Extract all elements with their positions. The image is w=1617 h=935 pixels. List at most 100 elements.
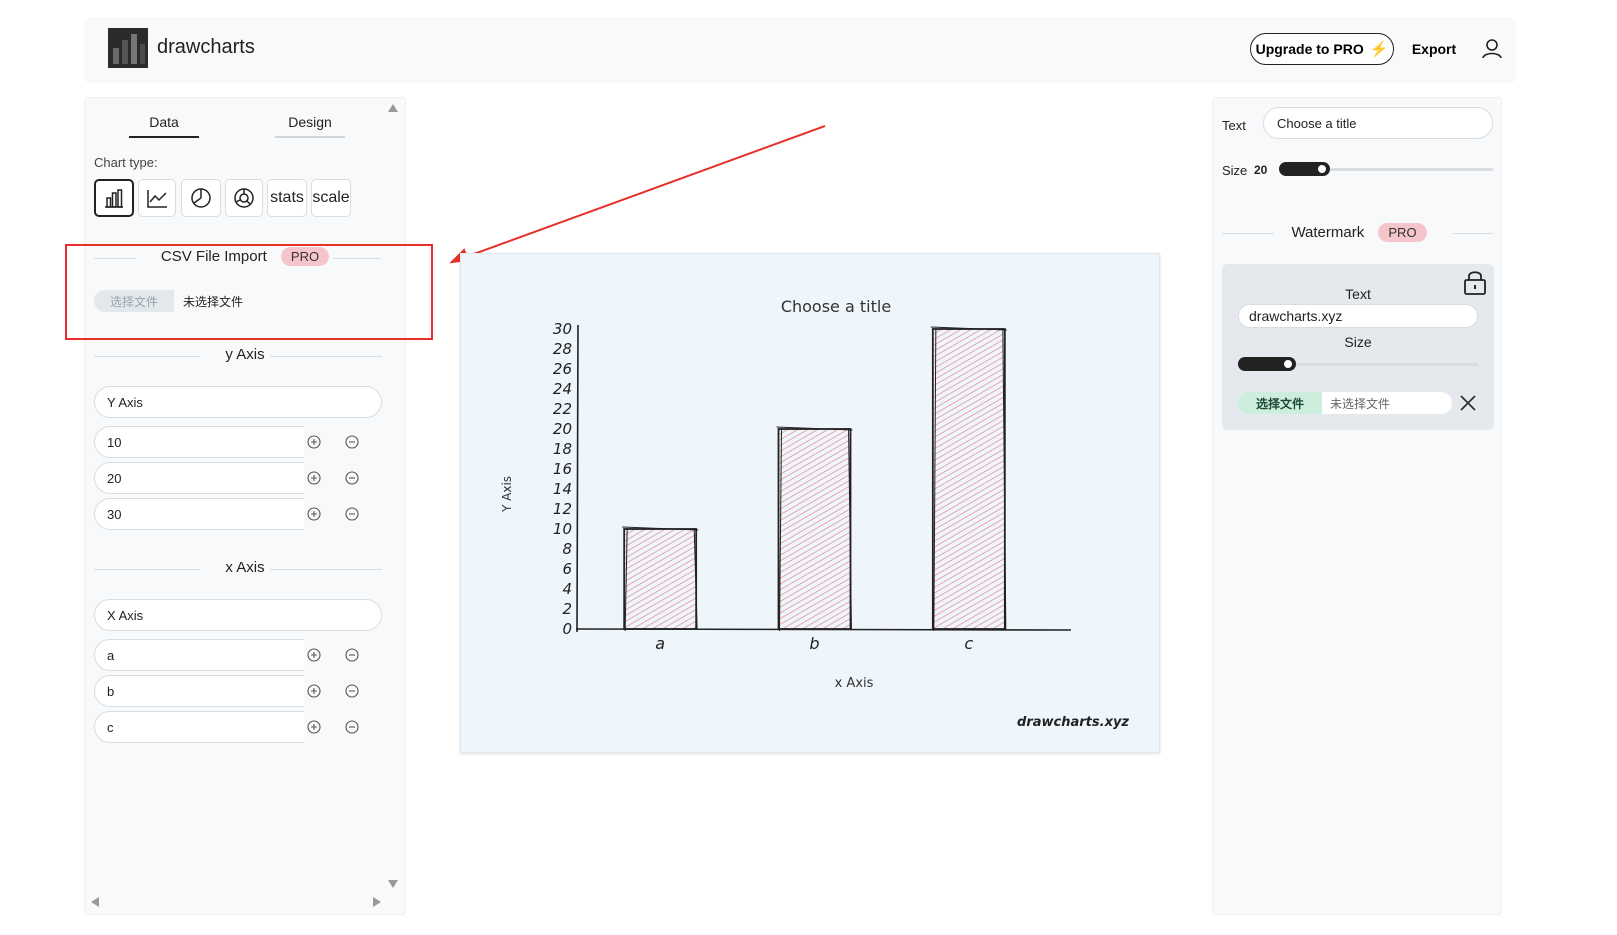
bar-chart-type-button[interactable] [94, 179, 134, 217]
watermark-size-slider-knob[interactable] [1282, 358, 1294, 370]
scroll-left-icon[interactable] [91, 897, 99, 907]
y-value-row: 30 [94, 498, 382, 530]
remove-circle-icon[interactable] [342, 504, 362, 524]
x-value-input[interactable]: c [94, 711, 304, 743]
watermark-size-label: Size [1344, 334, 1372, 350]
watermark-choose-file-button[interactable]: 选择文件 [1238, 392, 1322, 414]
stats-chart-type-button[interactable]: stats [267, 179, 307, 217]
y-tick-label: 28 [553, 340, 572, 358]
pie-chart-type-button[interactable] [181, 179, 221, 217]
y-tick-label: 0 [562, 620, 572, 638]
user-icon[interactable] [1478, 35, 1506, 63]
add-circle-icon[interactable] [304, 504, 324, 524]
drawcharts-logo-icon [108, 28, 148, 68]
add-circle-icon[interactable] [304, 645, 324, 665]
line-chart-type-button[interactable] [138, 179, 176, 217]
x-value-input[interactable]: a [94, 639, 304, 671]
remove-circle-icon[interactable] [342, 468, 362, 488]
chart-watermark: drawcharts.xyz [1017, 715, 1129, 730]
x-value-row: a [94, 639, 382, 671]
y-tick-label: 22 [553, 400, 572, 418]
x-axis-divider-right [270, 569, 382, 570]
watermark-file-status: 未选择文件 [1322, 392, 1452, 414]
chart-y-axis-line [576, 324, 579, 633]
bar [623, 528, 698, 630]
data-panel: Data Design Chart type: stats scale CSV … [84, 97, 406, 915]
bar [931, 328, 1006, 630]
y-tick-label: 14 [553, 480, 572, 498]
upgrade-to-pro-button[interactable]: Upgrade to PRO ⚡ [1250, 33, 1394, 65]
remove-circle-icon[interactable] [342, 717, 362, 737]
add-circle-icon[interactable] [304, 681, 324, 701]
x-value-row: b [94, 675, 382, 707]
watermark-text-input[interactable]: drawcharts.xyz [1238, 304, 1478, 328]
y-tick-label: 12 [553, 500, 572, 518]
y-tick-label: 30 [553, 320, 572, 338]
y-axis-section-title: y Axis [225, 346, 265, 363]
scroll-down-icon[interactable] [388, 880, 398, 888]
watermark-divider-right [1453, 233, 1493, 234]
add-circle-icon[interactable] [304, 432, 324, 452]
scale-chart-type-button[interactable]: scale [311, 179, 351, 217]
chart-title-input[interactable]: Choose a title [1263, 107, 1493, 139]
y-value-row: 10 [94, 426, 382, 458]
y-tick-label: 24 [553, 380, 572, 398]
y-tick-label: 26 [553, 360, 572, 378]
design-panel: Text Choose a title Size 20 Watermark PR… [1212, 97, 1502, 915]
y-tick-label: 6 [562, 560, 572, 578]
watermark-pro-badge: PRO [1378, 223, 1427, 242]
close-icon[interactable] [1458, 393, 1478, 413]
tab-data[interactable]: Data [129, 110, 199, 138]
y-value-input[interactable]: 30 [94, 498, 304, 530]
annotation-highlight-box [65, 244, 433, 340]
y-axis-name-input[interactable]: Y Axis [94, 386, 382, 418]
donut-chart-type-button[interactable] [225, 179, 263, 217]
chart-title: Choose a title [781, 297, 891, 316]
x-axis-name-input[interactable]: X Axis [94, 599, 382, 631]
add-circle-icon[interactable] [304, 468, 324, 488]
watermark-settings-box: Text drawcharts.xyz Size 选择文件 未选择文件 [1222, 264, 1494, 430]
x-value-input[interactable]: b [94, 675, 304, 707]
y-tick-label: 20 [553, 420, 572, 438]
panel-tabs: Data Design [129, 110, 389, 140]
x-tick-label: c [964, 634, 973, 653]
donut-chart-icon [234, 188, 254, 208]
title-size-label: Size [1222, 163, 1248, 178]
line-chart-icon [147, 190, 167, 208]
scroll-right-icon[interactable] [373, 897, 381, 907]
chart-preview: Choose a title Y Axis x Axis drawcharts.… [460, 253, 1160, 753]
x-tick-label: b [809, 634, 819, 653]
bar-chart: Choose a title Y Axis x Axis drawcharts.… [500, 297, 1129, 730]
y-value-row: 20 [94, 462, 382, 494]
remove-circle-icon[interactable] [342, 681, 362, 701]
remove-circle-icon[interactable] [342, 645, 362, 665]
app-title: drawcharts [157, 36, 255, 58]
y-tick-label: 8 [562, 540, 572, 558]
x-tick-label: a [655, 634, 665, 653]
chart-y-axis-label: Y Axis [500, 476, 514, 513]
y-tick-label: 18 [553, 440, 572, 458]
export-button[interactable]: Export [1402, 33, 1466, 65]
pie-chart-icon [191, 188, 211, 208]
tab-design[interactable]: Design [275, 110, 345, 138]
watermark-text-label: Text [1345, 286, 1371, 302]
remove-circle-icon[interactable] [342, 432, 362, 452]
y-tick-label: 16 [553, 460, 572, 478]
y-axis-divider-right [270, 356, 382, 357]
scroll-up-icon[interactable] [388, 104, 398, 112]
top-bar: drawcharts Upgrade to PRO ⚡ Export [84, 17, 1516, 83]
title-text-label: Text [1222, 118, 1246, 133]
add-circle-icon[interactable] [304, 717, 324, 737]
bar-chart-icon [105, 189, 123, 208]
watermark-title: Watermark [1291, 224, 1365, 241]
y-tick-label: 2 [562, 600, 572, 618]
y-tick-label: 10 [553, 520, 572, 538]
y-value-input[interactable]: 10 [94, 426, 304, 458]
x-axis-section-title: x Axis [225, 559, 265, 576]
x-value-row: c [94, 711, 382, 743]
bar [777, 428, 852, 630]
y-value-input[interactable]: 20 [94, 462, 304, 494]
lightning-icon: ⚡ [1369, 41, 1389, 58]
chart-x-axis-label: x Axis [835, 676, 874, 691]
title-size-value: 20 [1254, 163, 1268, 177]
